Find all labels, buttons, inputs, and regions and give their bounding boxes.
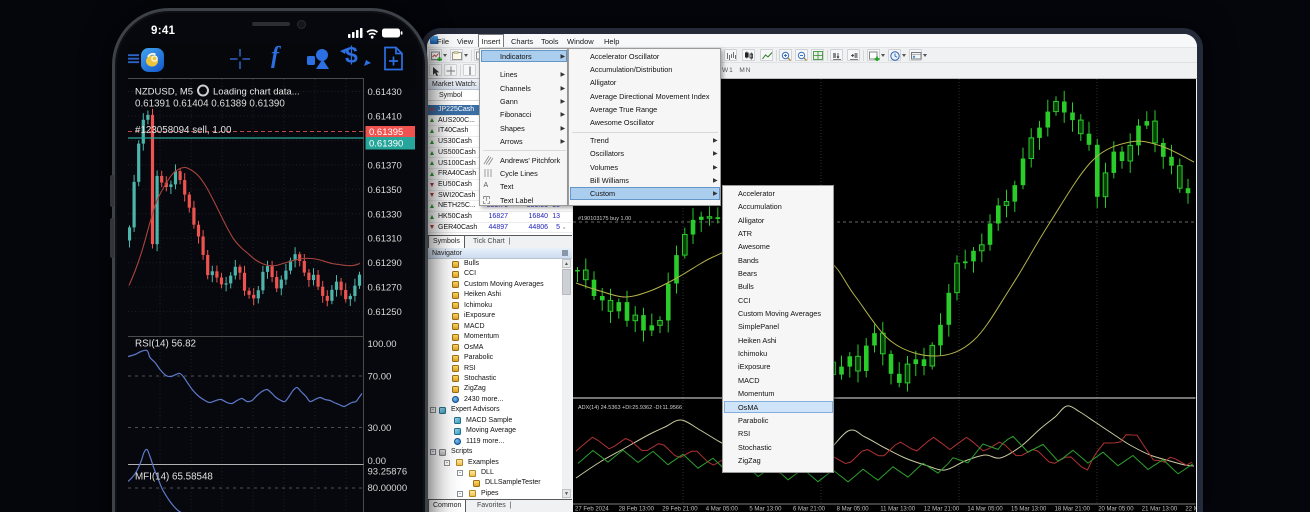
svg-text:0.61270: 0.61270 xyxy=(368,282,402,293)
svg-text:22 Mar 21:00: 22 Mar 21:00 xyxy=(1185,507,1195,512)
svg-text:5 Mar 13:00: 5 Mar 13:00 xyxy=(749,507,782,512)
svg-text:0.61370: 0.61370 xyxy=(368,160,402,171)
svg-text:#123058094 sell, 1.00: #123058094 sell, 1.00 xyxy=(135,125,232,136)
svg-text:20 Mar 05:00: 20 Mar 05:00 xyxy=(1098,507,1134,512)
svg-text:#190103175 buy 1.00: #190103175 buy 1.00 xyxy=(578,216,631,222)
svg-text:15 Mar 13:00: 15 Mar 13:00 xyxy=(1011,507,1047,512)
svg-text:93.25876: 93.25876 xyxy=(368,466,408,477)
svg-text:Loading chart data...: Loading chart data... xyxy=(213,86,300,97)
svg-text:21 Mar 13:00: 21 Mar 13:00 xyxy=(1142,507,1178,512)
svg-text:ADX(14) 24.5363 +DI:25.9362 -D: ADX(14) 24.5363 +DI:25.9362 -DI:11.9566 xyxy=(578,405,682,411)
svg-text:28 Feb 13:00: 28 Feb 13:00 xyxy=(619,507,655,512)
svg-text:30.00: 30.00 xyxy=(368,423,392,434)
svg-text:18 Mar 21:00: 18 Mar 21:00 xyxy=(1055,507,1091,512)
svg-text:27 Feb 2024: 27 Feb 2024 xyxy=(575,507,609,512)
svg-text:12 Mar 21:00: 12 Mar 21:00 xyxy=(924,507,960,512)
svg-text:0.61310: 0.61310 xyxy=(368,233,402,244)
svg-text:0.61390: 0.61390 xyxy=(369,138,403,149)
svg-text:14 Mar 05:00: 14 Mar 05:00 xyxy=(967,507,1003,512)
svg-text:0.00: 0.00 xyxy=(368,456,387,467)
svg-text:8 Mar 05:00: 8 Mar 05:00 xyxy=(837,507,870,512)
svg-text:0.61391 0.61404 0.61389 0.6139: 0.61391 0.61404 0.61389 0.61390 xyxy=(135,98,285,109)
svg-text:80.00000: 80.00000 xyxy=(368,483,408,494)
svg-text:100.00: 100.00 xyxy=(368,339,397,350)
svg-text:0.61330: 0.61330 xyxy=(368,209,402,220)
svg-text:0.61250: 0.61250 xyxy=(368,307,402,318)
svg-text:0.61410: 0.61410 xyxy=(368,111,402,122)
svg-text:NZDUSD, M5: NZDUSD, M5 xyxy=(135,86,193,97)
svg-text:6 Mar 21:00: 6 Mar 21:00 xyxy=(793,507,826,512)
svg-text:0.61350: 0.61350 xyxy=(368,184,402,195)
svg-text:0.61430: 0.61430 xyxy=(368,87,402,98)
svg-text:MFI(14) 65.58548: MFI(14) 65.58548 xyxy=(135,471,213,482)
svg-text:11 Mar 13:00: 11 Mar 13:00 xyxy=(880,507,916,512)
svg-text:0.61395: 0.61395 xyxy=(369,127,403,138)
svg-text:4 Mar 05:00: 4 Mar 05:00 xyxy=(706,507,739,512)
svg-text:0.61290: 0.61290 xyxy=(368,258,402,269)
svg-text:29 Feb 21:00: 29 Feb 21:00 xyxy=(662,507,698,512)
svg-text:70.00: 70.00 xyxy=(368,371,392,382)
svg-text:RSI(14) 56.82: RSI(14) 56.82 xyxy=(135,338,196,349)
